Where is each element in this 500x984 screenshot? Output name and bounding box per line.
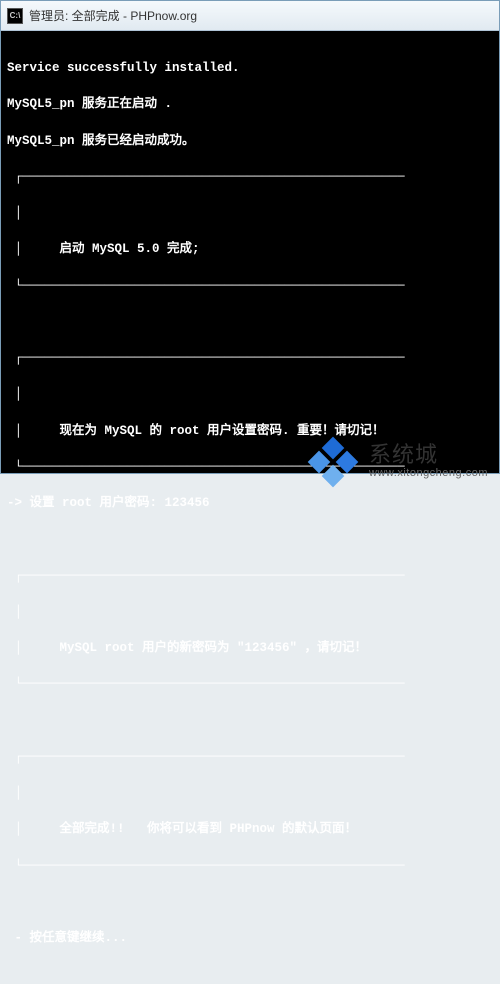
output-line: MySQL5_pn 服务已经启动成功。 (7, 132, 493, 150)
output-line: MySQL5_pn 服务正在启动 . (7, 95, 493, 113)
box-border: └───────────────────────────────────────… (7, 277, 493, 295)
box-content: │ (7, 784, 493, 802)
console-output[interactable]: Service successfully installed. MySQL5_p… (1, 31, 499, 473)
output-line: Service successfully installed. (7, 59, 493, 77)
box-border: ┌───────────────────────────────────────… (7, 748, 493, 766)
box-content: │ (7, 385, 493, 403)
box-content: │ MySQL root 用户的新密码为 "123456" ，请切记！ (7, 639, 493, 657)
watermark-name: 系统城 (369, 443, 488, 467)
continue-prompt: - 按任意键继续... (7, 929, 493, 947)
cmd-window: C:\ 管理员: 全部完成 - PHPnow.org Service succe… (0, 0, 500, 474)
box-border: └───────────────────────────────────────… (7, 857, 493, 875)
blank-line (7, 530, 493, 548)
box-border: ┌───────────────────────────────────────… (7, 567, 493, 585)
prompt-line: -> 设置 root 用户密码: 123456 (7, 494, 493, 512)
box-content: │ 全部完成!! 你将可以看到 PHPnow 的默认页面！ (7, 820, 493, 838)
cmd-icon: C:\ (7, 8, 23, 24)
box-border: ┌───────────────────────────────────────… (7, 349, 493, 367)
blank-line (7, 712, 493, 730)
box-border: ┌───────────────────────────────────────… (7, 168, 493, 186)
window-title: 管理员: 全部完成 - PHPnow.org (29, 7, 197, 24)
blank-line (7, 313, 493, 331)
box-content: │ (7, 603, 493, 621)
box-content: │ (7, 204, 493, 222)
box-content: │ 启动 MySQL 5.0 完成; (7, 240, 493, 258)
box-border: └───────────────────────────────────────… (7, 675, 493, 693)
watermark: 系统城 www.xitongcheng.com (303, 436, 488, 486)
blank-line (7, 893, 493, 911)
watermark-url: www.xitongcheng.com (369, 467, 488, 479)
titlebar[interactable]: C:\ 管理员: 全部完成 - PHPnow.org (1, 1, 499, 31)
watermark-logo-icon (303, 436, 363, 486)
